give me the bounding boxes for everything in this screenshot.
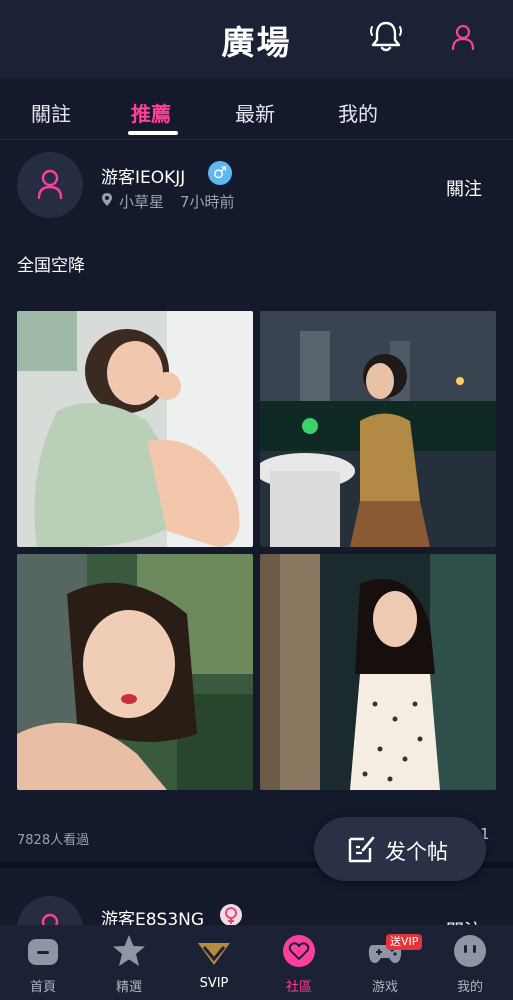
female-icon bbox=[220, 904, 242, 926]
tabbar-label: 我的 bbox=[456, 980, 483, 995]
tab-recommended[interactable]: 推薦 bbox=[131, 98, 171, 127]
active-tab-indicator bbox=[128, 131, 178, 135]
tabbar-label: 社區 bbox=[285, 980, 312, 995]
post-meta: 小草星 7小時前 bbox=[101, 191, 235, 212]
photo-woman-polka-dress[interactable] bbox=[260, 554, 496, 790]
avatar[interactable] bbox=[17, 896, 83, 926]
photo-woman-sleeping[interactable] bbox=[17, 311, 253, 547]
tab-latest[interactable]: 最新 bbox=[235, 98, 275, 127]
tabbar-home[interactable]: 首頁 bbox=[0, 925, 86, 1000]
vip-gift-badge: 送VIP bbox=[386, 934, 423, 950]
post-location: 小草星 bbox=[119, 193, 165, 211]
tabbar-featured[interactable]: 精選 bbox=[86, 925, 172, 1000]
post-time: 7小時前 bbox=[180, 193, 235, 211]
avatar[interactable] bbox=[17, 152, 83, 218]
follow-button[interactable]: 關注 bbox=[446, 175, 482, 201]
new-post-button[interactable]: 发个帖 bbox=[314, 817, 486, 881]
heart-chat-icon bbox=[283, 935, 315, 967]
bottom-tab-bar: 首頁 精選 SVIP 社區 游戏 我的 bbox=[0, 925, 513, 1000]
tab-mine[interactable]: 我的 bbox=[338, 98, 378, 127]
home-icon bbox=[28, 939, 58, 965]
user-avatar-icon bbox=[37, 169, 63, 199]
view-count: 7828人看過 bbox=[17, 833, 90, 848]
tabbar-profile[interactable]: 我的 bbox=[427, 925, 513, 1000]
bell-icon[interactable] bbox=[368, 18, 404, 54]
profile-bubble-icon bbox=[454, 935, 486, 967]
page-title: 廣場 bbox=[221, 23, 292, 62]
tabbar-label: 首頁 bbox=[29, 980, 56, 995]
tabbar-community[interactable]: 社區 bbox=[256, 925, 342, 1000]
post-username[interactable]: 游客IEOKJJ bbox=[101, 163, 185, 188]
user-icon[interactable] bbox=[449, 23, 477, 51]
tabbar-label: 精選 bbox=[115, 980, 142, 995]
new-post-label: 发个帖 bbox=[385, 840, 448, 864]
tab-following[interactable]: 關註 bbox=[31, 98, 71, 127]
photo-woman-selfie[interactable] bbox=[17, 554, 253, 790]
tabbar-svip[interactable]: SVIP bbox=[171, 925, 257, 1000]
location-pin-icon bbox=[101, 192, 113, 211]
male-icon: ♂ bbox=[208, 161, 232, 185]
tabbar-label: SVIP bbox=[199, 976, 229, 991]
photo-woman-city-night[interactable] bbox=[260, 311, 496, 547]
app-header: 廣場 bbox=[0, 0, 513, 78]
star-icon bbox=[113, 935, 145, 966]
post-username[interactable]: 游客E8S3NG bbox=[101, 905, 204, 926]
svip-diamond-icon bbox=[198, 943, 230, 965]
tabbar-label: 游戏 bbox=[371, 980, 398, 995]
feed-tabs: 關註 推薦 最新 我的 bbox=[0, 78, 513, 140]
edit-icon bbox=[348, 836, 375, 863]
post-text: 全国空降 bbox=[17, 256, 85, 276]
